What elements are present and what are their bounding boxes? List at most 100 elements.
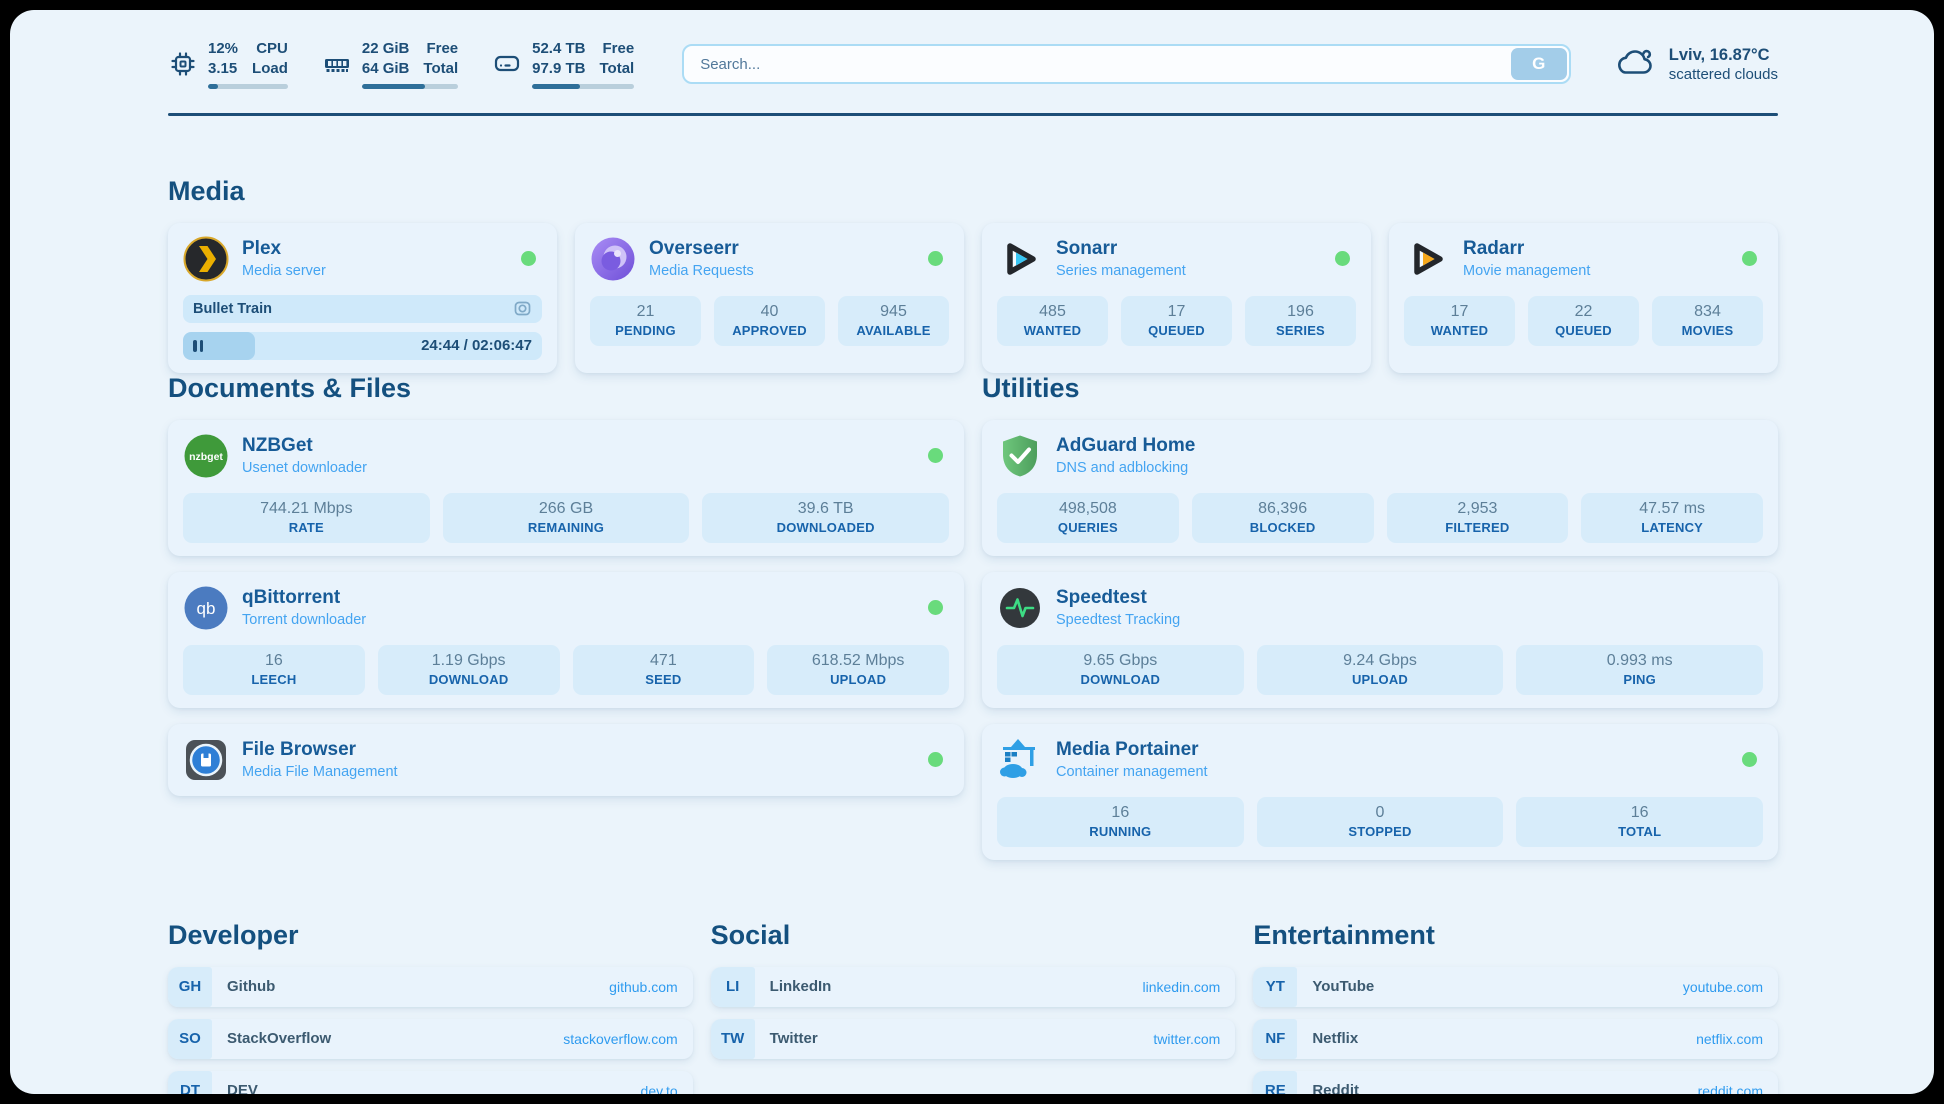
stat-label: SERIES	[1249, 323, 1352, 338]
stat-value: 471	[577, 652, 751, 670]
bookmark-netflix[interactable]: NF Netflix netflix.com	[1253, 1019, 1778, 1059]
app-subtitle: Movie management	[1463, 263, 1590, 279]
cpu-stat: 12% CPU 3.15 Load	[168, 40, 288, 89]
app-card-header: Sonarr Series management	[997, 236, 1356, 282]
app-title: AdGuard Home	[1056, 435, 1195, 458]
stat-label: LATENCY	[1585, 520, 1759, 535]
section-title-developer: Developer	[168, 920, 693, 951]
app-card-speedtest[interactable]: Speedtest Speedtest Tracking 9.65 Gbps D…	[982, 572, 1778, 708]
ram-progress-fill	[362, 84, 426, 89]
bookmark-dev[interactable]: DT DEV dev.to	[168, 1071, 693, 1095]
stat-label: UPLOAD	[1261, 672, 1500, 687]
bookmark-linkedin[interactable]: LI LinkedIn linkedin.com	[711, 967, 1236, 1007]
stat-value: 16	[1520, 804, 1759, 822]
stat-value: 9.24 Gbps	[1261, 652, 1500, 670]
cpu-load-value: 3.15	[208, 60, 238, 79]
header-divider	[168, 113, 1778, 116]
app-card-radarr[interactable]: Radarr Movie management 17 WANTED 22 QUE…	[1389, 223, 1778, 373]
status-online-dot	[928, 600, 943, 615]
cpu-icon	[168, 49, 198, 79]
stat-value: 266 GB	[447, 500, 686, 518]
app-stats: 498,508 QUERIES 86,396 BLOCKED 2,953 FIL…	[997, 493, 1763, 543]
stat-box: 86,396 BLOCKED	[1192, 493, 1374, 543]
stat-value: 21	[594, 303, 697, 321]
stat-value: 485	[1001, 303, 1104, 321]
stat-value: 1.19 Gbps	[382, 652, 556, 670]
cloud-icon	[1615, 45, 1657, 84]
bookmark-url: linkedin.com	[1143, 979, 1221, 995]
disk-icon	[492, 49, 522, 79]
stat-box: 485 WANTED	[997, 296, 1108, 346]
stat-box: 498,508 QUERIES	[997, 493, 1179, 543]
app-card-header: File Browser Media File Management	[183, 737, 949, 783]
header-bar: 12% CPU 3.15 Load 22 GiB	[168, 40, 1778, 89]
bookmark-abbr-badge: SO	[168, 1019, 212, 1059]
bookmark-name: StackOverflow	[227, 1030, 331, 1047]
bookmark-name: LinkedIn	[770, 978, 832, 995]
ram-total-value: 64 GiB	[362, 60, 410, 79]
app-card-qbittorrent[interactable]: qb qBittorrent Torrent downloader 16 LEE…	[168, 572, 964, 708]
cpu-progress-track	[208, 84, 288, 89]
disk-free-label: Free	[599, 40, 634, 59]
stat-value: 498,508	[1001, 500, 1175, 518]
stat-box: 16 TOTAL	[1516, 797, 1763, 847]
bookmark-stackoverflow[interactable]: SO StackOverflow stackoverflow.com	[168, 1019, 693, 1059]
disk-total-value: 97.9 TB	[532, 60, 585, 79]
overseerr-icon	[590, 236, 636, 282]
bookmark-youtube[interactable]: YT YouTube youtube.com	[1253, 967, 1778, 1007]
weather-widget: Lviv, 16.87°C scattered clouds	[1615, 45, 1778, 84]
app-card-nzbget[interactable]: nzbget NZBGet Usenet downloader 744.21 M…	[168, 420, 964, 556]
entertainment-column: Entertainment YT YouTube youtube.com NF …	[1253, 920, 1778, 1095]
stat-value: 834	[1656, 303, 1759, 321]
bookmark-url: youtube.com	[1683, 979, 1763, 995]
app-card-header: Overseerr Media Requests	[590, 236, 949, 282]
app-card-titles: Sonarr Series management	[1056, 238, 1186, 279]
stat-box: 2,953 FILTERED	[1387, 493, 1569, 543]
stat-value: 618.52 Mbps	[771, 652, 945, 670]
bookmark-twitter[interactable]: TW Twitter twitter.com	[711, 1019, 1236, 1059]
stat-box: 0 STOPPED	[1257, 797, 1504, 847]
disk-total-label: Total	[599, 60, 634, 79]
stat-value: 17	[1125, 303, 1228, 321]
app-subtitle: Usenet downloader	[242, 460, 367, 476]
search-input[interactable]	[682, 44, 1571, 84]
ram-free-label: Free	[423, 40, 458, 59]
bookmark-name: YouTube	[1312, 978, 1374, 995]
bookmark-github[interactable]: GH Github github.com	[168, 967, 693, 1007]
app-card-sonarr[interactable]: Sonarr Series management 485 WANTED 17 Q…	[982, 223, 1371, 373]
status-online-dot	[521, 251, 536, 266]
cpu-usage-label: CPU	[252, 40, 288, 59]
app-title: Radarr	[1463, 238, 1590, 261]
ram-free-value: 22 GiB	[362, 40, 410, 59]
stat-label: APPROVED	[718, 323, 821, 338]
status-online-dot	[1742, 251, 1757, 266]
app-card-overseerr[interactable]: Overseerr Media Requests 21 PENDING 40 A…	[575, 223, 964, 373]
status-online-dot	[928, 752, 943, 767]
app-card-portainer[interactable]: Media Portainer Container management 16 …	[982, 724, 1778, 860]
session-icon[interactable]	[513, 299, 532, 318]
app-title: Overseerr	[649, 238, 754, 261]
stat-box: 40 APPROVED	[714, 296, 825, 346]
search-provider-button[interactable]: G	[1511, 48, 1567, 80]
app-title: qBittorrent	[242, 587, 366, 610]
svg-text:qb: qb	[197, 599, 216, 618]
ram-progress-track	[362, 84, 458, 89]
app-card-adguard[interactable]: AdGuard Home DNS and adblocking 498,508 …	[982, 420, 1778, 556]
stat-label: RATE	[187, 520, 426, 535]
entertainment-links: YT YouTube youtube.com NF Netflix netfli…	[1253, 967, 1778, 1095]
app-card-plex[interactable]: Plex Media server Bullet Train 24:44 / 0…	[168, 223, 557, 373]
bookmark-columns: Developer GH Github github.com SO StackO…	[168, 920, 1778, 1095]
cpu-usage-value: 12%	[208, 40, 238, 59]
stat-box: 17 WANTED	[1404, 296, 1515, 346]
app-stats: 16 RUNNING 0 STOPPED 16 TOTAL	[997, 797, 1763, 847]
speedtest-icon	[997, 585, 1043, 631]
app-stats: 21 PENDING 40 APPROVED 945 AVAILABLE	[590, 296, 949, 346]
stat-box: 17 QUEUED	[1121, 296, 1232, 346]
app-card-filebrowser[interactable]: File Browser Media File Management	[168, 724, 964, 796]
section-title-entertainment: Entertainment	[1253, 920, 1778, 951]
app-subtitle: DNS and adblocking	[1056, 460, 1195, 476]
bookmark-url: twitter.com	[1153, 1031, 1220, 1047]
bookmark-reddit[interactable]: RE Reddit reddit.com	[1253, 1071, 1778, 1095]
weather-text: Lviv, 16.87°C scattered clouds	[1669, 46, 1778, 83]
stat-value: 16	[1001, 804, 1240, 822]
